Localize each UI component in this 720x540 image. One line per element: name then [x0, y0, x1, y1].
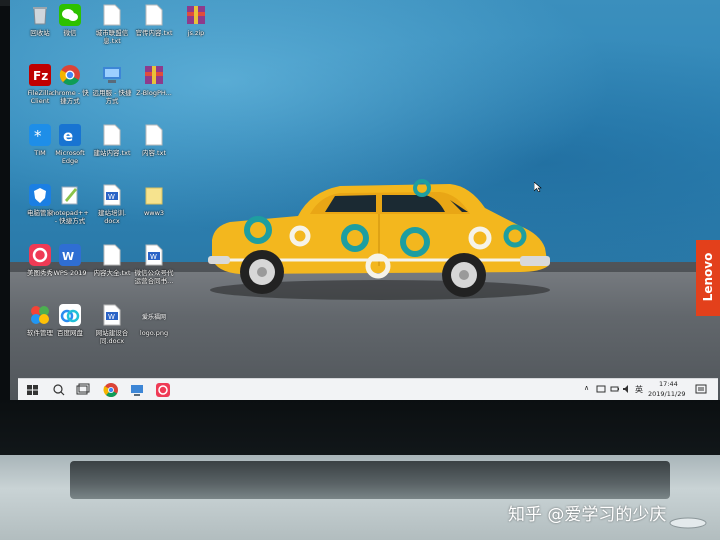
svg-text:W: W — [108, 313, 115, 321]
desktop-screen: 回收站 微信 城市联盟信 息.txt 官传内容.txt js.zip Fz Fi… — [10, 0, 720, 400]
icon-label: logo.png — [139, 329, 169, 337]
windows-start-icon[interactable] — [24, 382, 42, 398]
desktop-icon-js-zip[interactable]: js.zip — [166, 4, 226, 37]
watermark-text: 知乎 @爱学习的少庆 — [508, 505, 667, 525]
clock-time[interactable]: 17:44 — [659, 380, 678, 388]
remote-desktop-taskbar-icon[interactable] — [128, 382, 146, 398]
logo-image-thumbnail: 爱乐福网 — [139, 304, 169, 326]
icon-label: js.zip — [187, 29, 205, 37]
folder-icon — [145, 187, 163, 205]
desktop-icon-content-txt[interactable]: 内容.txt — [124, 124, 184, 157]
svg-text:W: W — [62, 250, 74, 263]
input-method-indicator[interactable]: 英 — [635, 384, 643, 395]
text-file-icon — [145, 124, 163, 146]
svg-text:W: W — [150, 253, 157, 261]
text-file-icon — [103, 4, 121, 26]
text-file-icon — [103, 244, 121, 266]
photo-scene: 回收站 微信 城市联盟信 息.txt 官传内容.txt js.zip Fz Fi… — [0, 0, 720, 540]
laptop-hinge — [70, 461, 670, 499]
tray-chevron-icon[interactable]: ∧ — [584, 384, 589, 392]
mouse-cursor-icon — [534, 182, 542, 192]
desktop-icon-logo-png[interactable]: 爱乐福网 logo.png — [124, 304, 184, 337]
chrome-icon — [59, 65, 80, 86]
search-icon[interactable] — [50, 382, 68, 398]
svg-text:e: e — [63, 127, 73, 145]
notepad-plus-plus-icon — [61, 186, 78, 205]
desktop-icon-zblog[interactable]: Z-BlogPH... — [124, 64, 184, 97]
baidu-netdisk-icon — [59, 304, 81, 326]
battery-icon[interactable] — [610, 384, 620, 394]
network-icon[interactable] — [596, 384, 606, 394]
notifications-icon[interactable] — [695, 383, 707, 395]
wallpaper-car — [208, 179, 550, 300]
edge-icon: e — [59, 124, 81, 146]
task-view-icon[interactable] — [74, 382, 92, 398]
power-button-icon — [669, 517, 707, 529]
chrome-taskbar-icon[interactable] — [102, 382, 120, 398]
icon-label: 微信公众号代 运营合同书... — [134, 269, 174, 285]
wechat-icon — [59, 4, 81, 26]
screen-bezel-bottom — [0, 400, 720, 460]
text-file-icon — [103, 124, 121, 146]
zip-archive-icon — [187, 6, 205, 24]
remote-desktop-icon — [103, 67, 121, 83]
icon-label: 内容.txt — [141, 149, 166, 157]
svg-text:W: W — [108, 193, 115, 201]
lenovo-brand-tag: Lenovo — [696, 240, 720, 316]
icon-label: Z-BlogPH... — [136, 89, 172, 97]
word-document-icon: W — [103, 184, 121, 206]
taskbar: ∧ 英 17:44 2019/11/29 — [18, 378, 718, 401]
meitu-taskbar-icon[interactable] — [154, 382, 172, 398]
brand-text: Lenovo — [701, 252, 715, 302]
zip-archive-icon — [145, 66, 163, 84]
desktop-icon-contract-doc[interactable]: W 微信公众号代 运营合同书... — [124, 244, 184, 285]
icon-label: www3 — [143, 209, 165, 217]
text-file-icon — [145, 4, 163, 26]
wps-icon: W — [59, 244, 81, 266]
word-document-icon: W — [103, 304, 121, 326]
word-document-icon: W — [145, 244, 163, 266]
volume-icon[interactable] — [622, 384, 632, 394]
clock-date[interactable]: 2019/11/29 — [648, 390, 685, 398]
logo-caption: 爱乐福网 — [141, 314, 166, 321]
desktop-icon-www3-folder[interactable]: www3 — [124, 184, 184, 217]
